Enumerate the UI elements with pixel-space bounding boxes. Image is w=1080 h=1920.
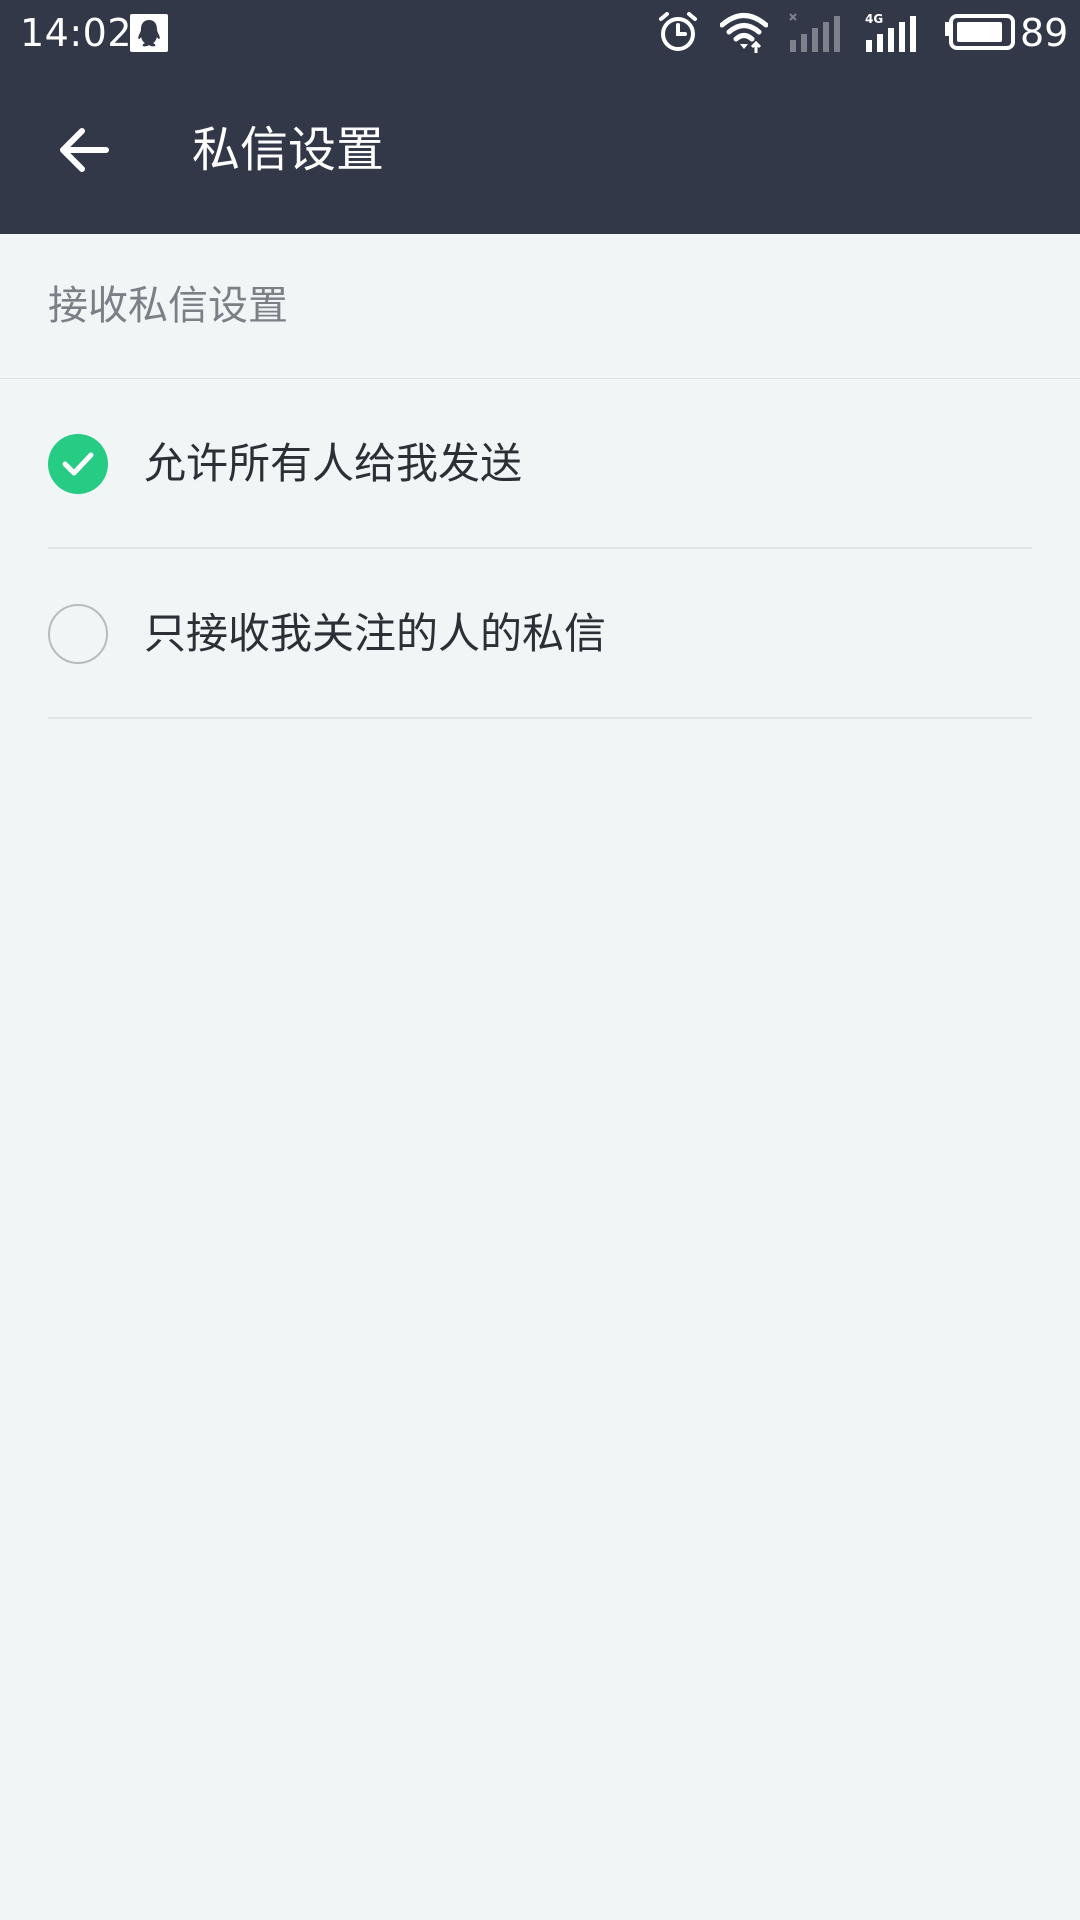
wifi-icon <box>719 12 769 54</box>
qq-icon <box>130 14 168 52</box>
back-button[interactable] <box>40 106 128 194</box>
page-title: 私信设置 <box>192 122 385 178</box>
section-header-label: 接收私信设置 <box>48 283 288 329</box>
app-bar: 私信设置 <box>0 66 1080 234</box>
option-label: 只接收我关注的人的私信 <box>144 609 607 658</box>
battery-percent: 89 <box>1020 11 1069 55</box>
status-time: 14:02 <box>20 11 133 55</box>
radio-unchecked-icon[interactable] <box>48 604 108 664</box>
battery-icon <box>944 14 1016 52</box>
option-followed-only[interactable]: 只接收我关注的人的私信 <box>48 549 1032 719</box>
sim2-4g-signal-icon: 4G <box>864 12 922 54</box>
radio-checked-icon[interactable] <box>48 434 108 494</box>
status-bar: 14:02 4G 89 <box>0 0 1080 66</box>
alarm-icon <box>656 10 700 54</box>
option-allow-all[interactable]: 允许所有人给我发送 <box>48 379 1032 549</box>
arrow-left-icon <box>60 128 109 172</box>
option-label: 允许所有人给我发送 <box>144 439 523 488</box>
network-label: 4G <box>865 12 883 26</box>
section-header: 接收私信设置 <box>0 234 1080 379</box>
screen: 14:02 4G 89 私信设置 接收私信设置 允许所有人给我发送 只接收我关注… <box>0 0 1080 1920</box>
sim1-signal-icon <box>788 12 844 54</box>
